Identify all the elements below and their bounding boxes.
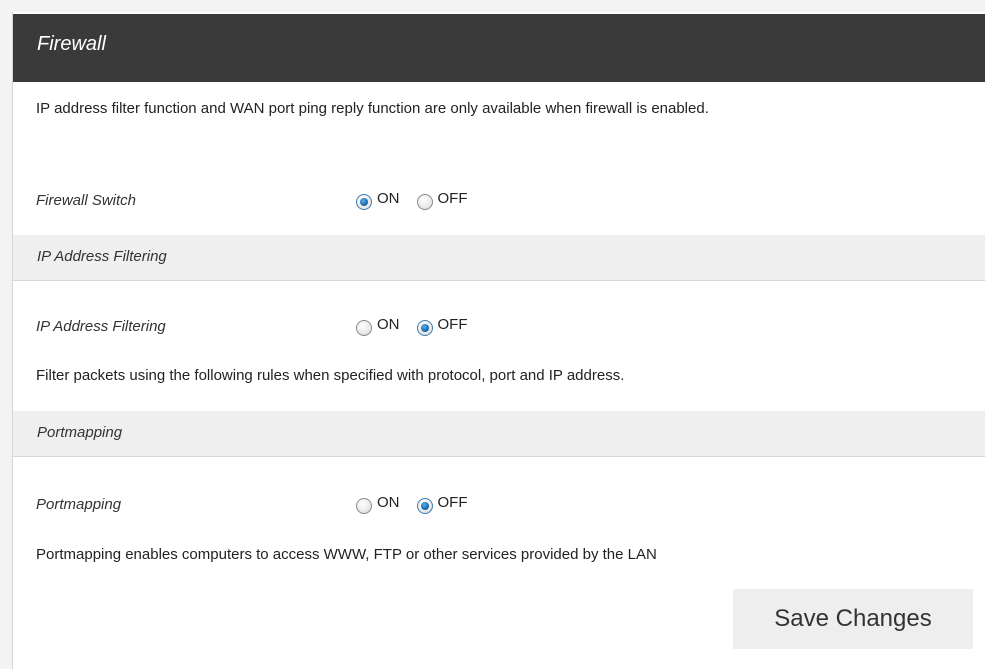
portmapping-description: Portmapping enables computers to access … <box>36 546 657 563</box>
firewall-switch-off-option[interactable]: OFF <box>416 190 468 210</box>
firewall-switch-off-radio[interactable] <box>416 193 433 210</box>
firewall-switch-radio-group: ON OFF <box>356 190 485 210</box>
portmapping-off-label: OFF <box>437 494 468 511</box>
save-changes-button[interactable]: Save Changes <box>733 589 973 649</box>
portmapping-label: Portmapping <box>36 496 122 513</box>
firewall-switch-on-option[interactable]: ON <box>356 190 400 210</box>
firewall-switch-on-radio[interactable] <box>356 193 372 210</box>
ip-filtering-on-label: ON <box>377 316 400 333</box>
page-title: Firewall <box>37 33 106 55</box>
intro-text: IP address filter function and WAN port … <box>36 100 709 117</box>
portmapping-off-radio[interactable] <box>416 497 433 514</box>
portmapping-on-label: ON <box>377 494 400 511</box>
ip-filtering-radio-group: ON OFF <box>356 316 485 336</box>
ip-filtering-section-title: IP Address Filtering <box>37 248 167 265</box>
ip-filtering-off-label: OFF <box>437 316 468 333</box>
portmapping-off-option[interactable]: OFF <box>416 494 468 514</box>
ip-filtering-section-header: IP Address Filtering <box>13 235 985 281</box>
panel-header: Firewall <box>13 14 985 82</box>
page-background: Firewall IP address filter function and … <box>0 0 985 669</box>
portmapping-section-header: Portmapping <box>13 411 985 457</box>
firewall-switch-on-label: ON <box>377 190 400 207</box>
ip-filtering-off-radio[interactable] <box>416 319 433 336</box>
firewall-panel: Firewall IP address filter function and … <box>12 12 985 669</box>
ip-filtering-on-radio[interactable] <box>356 319 372 336</box>
ip-filtering-on-option[interactable]: ON <box>356 316 400 336</box>
portmapping-section-title: Portmapping <box>37 424 123 441</box>
ip-filtering-off-option[interactable]: OFF <box>416 316 468 336</box>
firewall-switch-off-label: OFF <box>437 190 468 207</box>
ip-filtering-label: IP Address Filtering <box>36 318 166 335</box>
portmapping-radio-group: ON OFF <box>356 494 485 514</box>
firewall-switch-label: Firewall Switch <box>36 192 137 209</box>
portmapping-on-radio[interactable] <box>356 497 372 514</box>
portmapping-on-option[interactable]: ON <box>356 494 400 514</box>
ip-filtering-description: Filter packets using the following rules… <box>36 367 625 384</box>
